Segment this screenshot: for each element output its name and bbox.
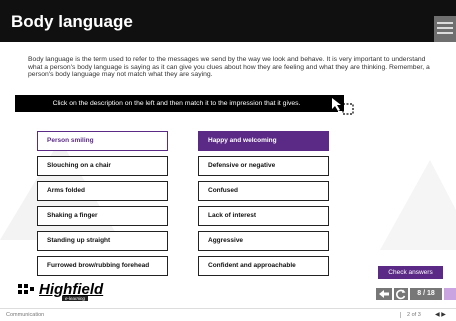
highfield-logo-icon (18, 284, 34, 294)
next-page-button[interactable] (444, 288, 456, 300)
highfield-logo: Highfield e-learning (17, 281, 127, 302)
footer-section-label: Communication (6, 312, 45, 318)
description-item[interactable]: Arms folded (37, 181, 168, 201)
reload-icon[interactable] (394, 288, 408, 300)
description-item[interactable]: Shaking a finger (37, 206, 168, 226)
hamburger-menu-icon[interactable] (434, 16, 456, 42)
footer-page-of: 2 of 3 (400, 312, 421, 318)
instruction-banner: Click on the description on the left and… (15, 95, 338, 112)
impression-item[interactable]: Aggressive (198, 231, 329, 251)
footer-nav-arrows-icon[interactable]: ◀ ▶ (435, 311, 446, 318)
impression-item[interactable]: Confident and approachable (198, 256, 329, 276)
logo-tagline: e-learning (62, 296, 89, 301)
footer-bar: Communication 2 of 3 ◀ ▶ (0, 308, 456, 321)
page-title: Body language (11, 12, 133, 31)
back-arrow-icon[interactable] (376, 288, 392, 300)
description-item[interactable]: Furrowed brow/rubbing forehead (37, 256, 168, 276)
check-answers-button[interactable]: Check answers (378, 266, 443, 279)
description-item[interactable]: Standing up straight (37, 231, 168, 251)
description-item[interactable]: Slouching on a chair (37, 156, 168, 176)
impression-item[interactable]: Lack of interest (198, 206, 329, 226)
intro-text: Body language is the term used to refer … (28, 56, 430, 79)
impression-item[interactable]: Defensive or negative (198, 156, 329, 176)
pointer-icon (326, 95, 354, 115)
header-bar: Body language (0, 0, 456, 42)
page-indicator: 8 / 18 (410, 288, 442, 300)
impression-item[interactable]: Happy and welcoming (198, 131, 329, 151)
description-item[interactable]: Person smiling (37, 131, 168, 151)
impression-item[interactable]: Confused (198, 181, 329, 201)
